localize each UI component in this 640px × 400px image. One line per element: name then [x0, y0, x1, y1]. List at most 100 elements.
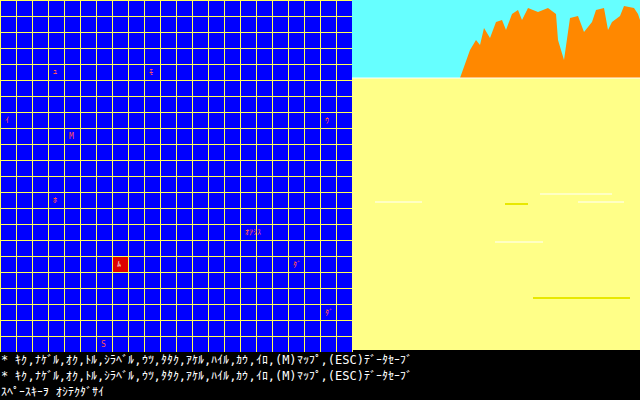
map-cell [177, 33, 193, 49]
map-cell [81, 65, 97, 81]
map-cell [1, 209, 17, 225]
map-cell [225, 161, 241, 177]
map-cell [241, 209, 257, 225]
map-cell [81, 273, 97, 289]
map-cell [225, 65, 241, 81]
map-cell [209, 145, 225, 161]
map-cell [257, 209, 273, 225]
map-cell [113, 145, 129, 161]
map-cell [97, 81, 113, 97]
map-cell [209, 1, 225, 17]
map-cell [289, 97, 305, 113]
map-cell [81, 337, 97, 353]
map-cell [305, 1, 321, 17]
map-cell [337, 225, 353, 241]
map-cell [33, 193, 49, 209]
map-cell [289, 113, 305, 129]
map-cell [241, 129, 257, 145]
map-cell [273, 241, 289, 257]
map-cell [241, 241, 257, 257]
map-cell [241, 177, 257, 193]
map-cell [145, 145, 161, 161]
map-cell [209, 161, 225, 177]
map-cell: ｵｱｼｽ [241, 225, 257, 241]
map-cell [113, 241, 129, 257]
map-cell [337, 273, 353, 289]
map-marker: ﾓ [145, 69, 153, 77]
map-marker: M [65, 133, 74, 141]
map-cell [289, 177, 305, 193]
map-cell [81, 81, 97, 97]
map-cell [65, 241, 81, 257]
map-cell [49, 17, 65, 33]
map-cell [129, 113, 145, 129]
map-cell [1, 49, 17, 65]
map-cell [161, 257, 177, 273]
map-cell [289, 1, 305, 17]
map-cell [209, 257, 225, 273]
map-cell [225, 225, 241, 241]
map-cell [113, 113, 129, 129]
map-cell [17, 97, 33, 113]
map-cell [1, 305, 17, 321]
map-cell [305, 305, 321, 321]
map-cell [273, 17, 289, 33]
map-cell [257, 129, 273, 145]
map-cell [33, 49, 49, 65]
map-cell [81, 225, 97, 241]
map-cell [113, 65, 129, 81]
map-cell [161, 33, 177, 49]
map-cell [129, 225, 145, 241]
map-cell [81, 209, 97, 225]
map-cell [225, 129, 241, 145]
map-cell [97, 305, 113, 321]
map-cell [193, 321, 209, 337]
map-cell [305, 17, 321, 33]
map-cell [177, 193, 193, 209]
map-cell [305, 161, 321, 177]
map-cell [241, 273, 257, 289]
map-cell [161, 321, 177, 337]
map-cell [145, 305, 161, 321]
map-cell [1, 193, 17, 209]
map-cell [257, 321, 273, 337]
map-cell [81, 33, 97, 49]
map-cell [161, 1, 177, 17]
map-cell [257, 305, 273, 321]
map-cell [305, 33, 321, 49]
map-cell [17, 33, 33, 49]
map-cell [193, 193, 209, 209]
map-cell [97, 273, 113, 289]
map-cell [177, 113, 193, 129]
map-cell [321, 321, 337, 337]
map-cell [273, 193, 289, 209]
map-cell [145, 49, 161, 65]
map-cell [145, 241, 161, 257]
map-cell [193, 209, 209, 225]
map-cell [273, 97, 289, 113]
map-cell [129, 17, 145, 33]
map-cell [145, 33, 161, 49]
map-cell [1, 17, 17, 33]
map-cell [241, 337, 257, 353]
map-cell [113, 33, 129, 49]
map-cell [129, 193, 145, 209]
map-cell [65, 17, 81, 33]
map-cell [321, 17, 337, 33]
map-cell [145, 321, 161, 337]
map-cell [1, 337, 17, 353]
map-cell [81, 129, 97, 145]
map-cell [65, 193, 81, 209]
map-cell [129, 289, 145, 305]
map-cell [241, 257, 257, 273]
map-cell [49, 145, 65, 161]
map-cell [1, 177, 17, 193]
map-cell [273, 321, 289, 337]
map-cell [257, 161, 273, 177]
map-cell [337, 177, 353, 193]
map-cell [113, 49, 129, 65]
map-cell [129, 33, 145, 49]
map-cell [225, 177, 241, 193]
map-cell: M [65, 129, 81, 145]
map-cell [273, 145, 289, 161]
